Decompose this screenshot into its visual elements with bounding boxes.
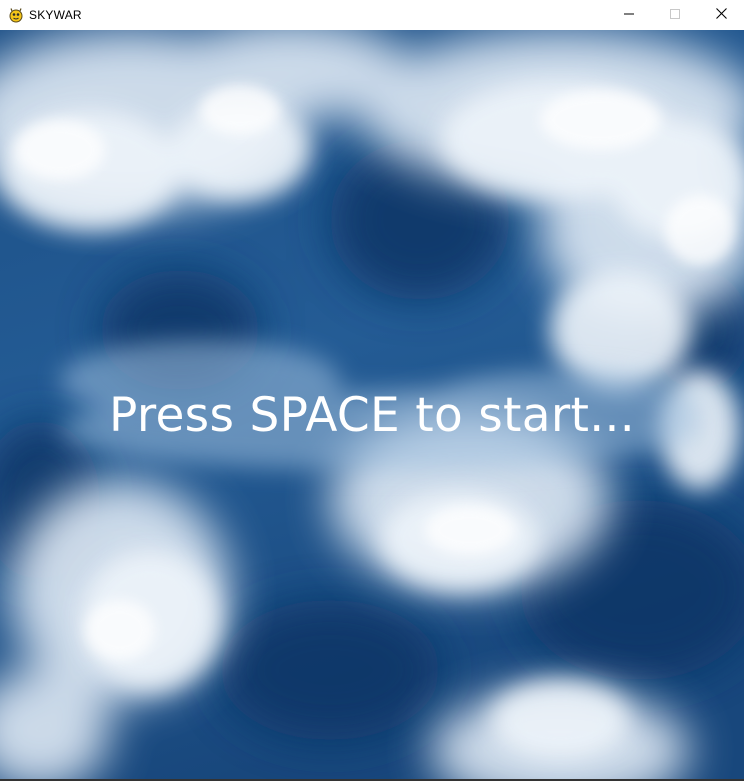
window-title: SKYWAR [29,8,82,22]
maximize-icon [670,6,680,24]
minimize-icon [624,6,634,24]
close-icon [715,6,727,24]
game-window: SKYWAR Press SPACE to start... [0,0,744,781]
title-bar[interactable]: SKYWAR [0,0,744,30]
maximize-button[interactable] [652,0,698,30]
minimize-button[interactable] [606,0,652,30]
pygame-snake-icon [8,7,24,23]
game-canvas[interactable]: Press SPACE to start... [0,30,744,781]
window-controls [606,0,744,30]
start-prompt: Press SPACE to start... [109,388,635,443]
close-button[interactable] [698,0,744,30]
